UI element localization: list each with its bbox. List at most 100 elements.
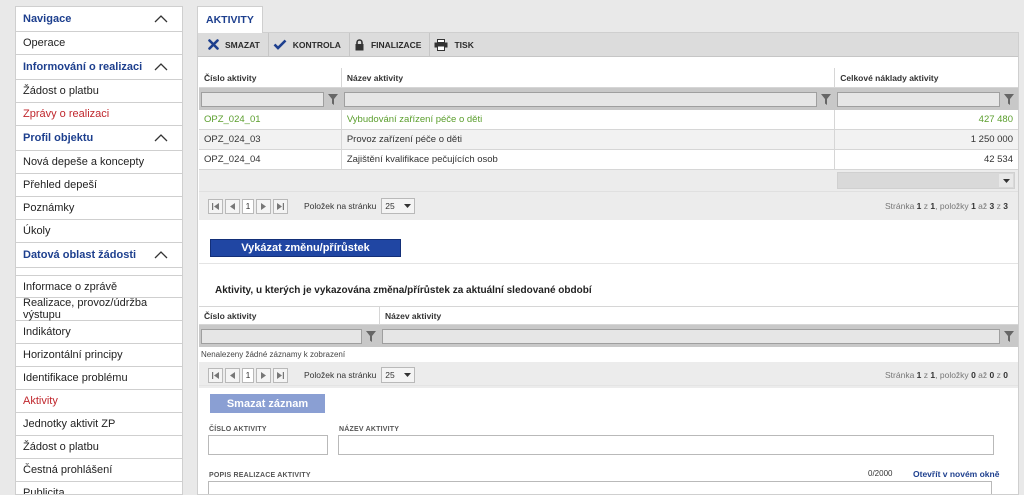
cell-code: OPZ_024_03 <box>199 130 342 149</box>
sidebar-item-zadost-o-platbu[interactable]: Žádost o platbu <box>16 80 182 103</box>
prev-page-icon[interactable] <box>225 198 240 214</box>
report-change-button[interactable]: Vykázat změnu/přírůstek <box>210 239 401 257</box>
empty-message: Nenalezeny žádné záznamy k zobrazení <box>199 347 1018 361</box>
name-field[interactable] <box>338 435 994 455</box>
toolbar: SMAZAT KONTROLA FINALIZACE TISK <box>198 33 1018 57</box>
pager-info-of2: z <box>996 370 1001 380</box>
table-row[interactable]: OPZ_024_03 Provoz zařízení péče o děti 1… <box>199 130 1018 150</box>
name-field-label: NÁZEV AKTIVITY <box>339 426 400 433</box>
chevron-up-icon[interactable] <box>154 62 168 72</box>
sidebar-item-poznamky[interactable]: Poznámky <box>16 197 182 220</box>
sidebar-item-nova-depese[interactable]: Nová depeše a koncepty <box>16 151 182 174</box>
check-button[interactable]: KONTROLA <box>269 33 350 57</box>
pager-info-total: 0 <box>1003 370 1008 380</box>
column-header-code[interactable]: Číslo aktivity <box>199 307 380 324</box>
filter-icon[interactable] <box>326 92 340 106</box>
pager-info-from: 1 <box>971 201 976 211</box>
next-page-icon[interactable] <box>256 367 271 383</box>
filter-input-name[interactable] <box>382 328 1000 344</box>
next-page-icon[interactable] <box>256 198 271 214</box>
sidebar-item-realizace-provoz[interactable]: Realizace, provoz/údržba výstupu <box>16 297 182 321</box>
prev-page-icon[interactable] <box>225 367 240 383</box>
per-page-select[interactable]: 25 <box>381 198 416 214</box>
sidebar-item-identifikace-problemu[interactable]: Identifikace problému <box>16 367 182 390</box>
sidebar-item-zadost-o-platbu-2[interactable]: Žádost o platbu <box>16 436 182 459</box>
current-page[interactable]: 1 <box>242 198 254 214</box>
chevron-up-icon[interactable] <box>154 14 168 24</box>
sidebar-section-navigace[interactable]: Navigace <box>16 7 182 32</box>
finalize-button[interactable]: FINALIZACE <box>350 33 431 57</box>
filter-input-cost[interactable] <box>837 91 1000 107</box>
filter-input-code[interactable] <box>201 91 324 107</box>
sidebar-section-title: Datová oblast žádosti <box>23 249 137 261</box>
column-header-code[interactable]: Číslo aktivity <box>199 68 342 87</box>
pager-info-page: 1 <box>916 201 922 211</box>
column-chooser[interactable] <box>837 172 1015 189</box>
pager-info-of2: z <box>996 201 1001 211</box>
filter-input-code[interactable] <box>201 328 362 344</box>
sidebar-section-profil-objektu[interactable]: Profil objektu <box>16 126 182 151</box>
filter-row <box>199 88 1018 110</box>
sidebar-item-zpravy-o-realizaci[interactable]: Zprávy o realizaci <box>16 103 182 126</box>
page: Navigace Operace Informování o realizaci… <box>0 0 1024 495</box>
divider <box>199 385 1018 386</box>
pager-info-to-label: až <box>978 370 988 380</box>
pager-info-to-label: až <box>978 201 988 211</box>
chevron-up-icon[interactable] <box>154 133 168 143</box>
sidebar-item-prehled-depesi[interactable]: Přehled depeší <box>16 174 182 197</box>
per-page-label: Položek na stránku <box>304 370 377 380</box>
per-page-select[interactable]: 25 <box>381 367 416 383</box>
sidebar-section-informovani[interactable]: Informování o realizaci <box>16 55 182 80</box>
pager-info-to: 0 <box>989 370 995 380</box>
column-header-name[interactable]: Název aktivity <box>380 307 1018 324</box>
tab-aktivity[interactable]: AKTIVITY <box>197 6 263 33</box>
sidebar-item-ukoly[interactable]: Úkoly <box>16 220 182 243</box>
delete-button[interactable]: SMAZAT <box>204 33 269 57</box>
last-page-icon[interactable] <box>273 367 288 383</box>
filter-input-name[interactable] <box>343 91 818 107</box>
current-page[interactable]: 1 <box>242 367 254 383</box>
cell-name: Vybudování zařízení péče o děti <box>342 110 836 129</box>
table-row[interactable]: OPZ_024_01 Vybudování zařízení péče o dě… <box>199 110 1018 130</box>
sidebar-item-horizontalni-principy[interactable]: Horizontální principy <box>16 344 182 367</box>
sidebar-item-indikatory[interactable]: Indikátory <box>16 321 182 344</box>
print-label: TISK <box>454 39 474 50</box>
dropdown-arrow-icon[interactable] <box>999 174 1013 187</box>
filter-cell-code <box>199 328 380 344</box>
filter-icon[interactable] <box>1002 92 1016 106</box>
filter-icon[interactable] <box>819 92 833 106</box>
last-page-icon[interactable] <box>273 198 288 214</box>
sidebar-item-informace-o-zprave[interactable]: Informace o zprávě <box>16 275 182 298</box>
section-title: Aktivity, u kterých je vykazována změna/… <box>215 285 592 296</box>
sidebar-section-datova-oblast[interactable]: Datová oblast žádosti <box>16 243 182 268</box>
pager: 1 Položek na stránku 25 Stránka 1 z 1, p… <box>199 192 1018 220</box>
column-header-cost[interactable]: Celkové náklady aktivity <box>835 68 1018 87</box>
sidebar-item-aktivity[interactable]: Aktivity <box>16 390 182 413</box>
pager-info: Stránka 1 z 1, položky 1 až 3 z 3 <box>885 201 1008 211</box>
pager-info-items: , položky <box>935 201 969 211</box>
chevron-down-icon <box>404 204 412 208</box>
open-in-new-window-link[interactable]: Otevřít v novém okně <box>913 469 999 479</box>
sidebar-item-operace[interactable]: Operace <box>16 32 182 55</box>
first-page-icon[interactable] <box>208 367 223 383</box>
print-button[interactable]: TISK <box>430 33 481 57</box>
character-counter: 0/2000 <box>868 469 893 478</box>
filter-icon[interactable] <box>364 329 378 343</box>
sidebar-section-title: Profil objektu <box>23 132 94 144</box>
pager-info-to: 3 <box>989 201 995 211</box>
filter-cell-name <box>380 328 1018 344</box>
description-field[interactable] <box>208 481 992 494</box>
first-page-icon[interactable] <box>208 198 223 214</box>
filter-icon[interactable] <box>1002 329 1016 343</box>
code-field[interactable] <box>208 435 328 455</box>
sidebar-item-publicita[interactable]: Publicita <box>16 482 182 494</box>
sidebar-item-jednotky-aktivit[interactable]: Jednotky aktivit ZP <box>16 413 182 436</box>
delete-record-button[interactable]: Smazat záznam <box>210 394 325 413</box>
sidebar: Navigace Operace Informování o realizaci… <box>15 6 183 495</box>
table-row[interactable]: OPZ_024_04 Zajištění kvalifikace pečujíc… <box>199 150 1018 170</box>
chevron-up-icon[interactable] <box>154 250 168 260</box>
sidebar-item-cestna-prohlaseni[interactable]: Čestná prohlášení <box>16 459 182 482</box>
column-header-name[interactable]: Název aktivity <box>342 68 836 87</box>
grid-header: Číslo aktivity Název aktivity <box>199 306 1018 325</box>
filter-cell-cost <box>835 91 1018 107</box>
